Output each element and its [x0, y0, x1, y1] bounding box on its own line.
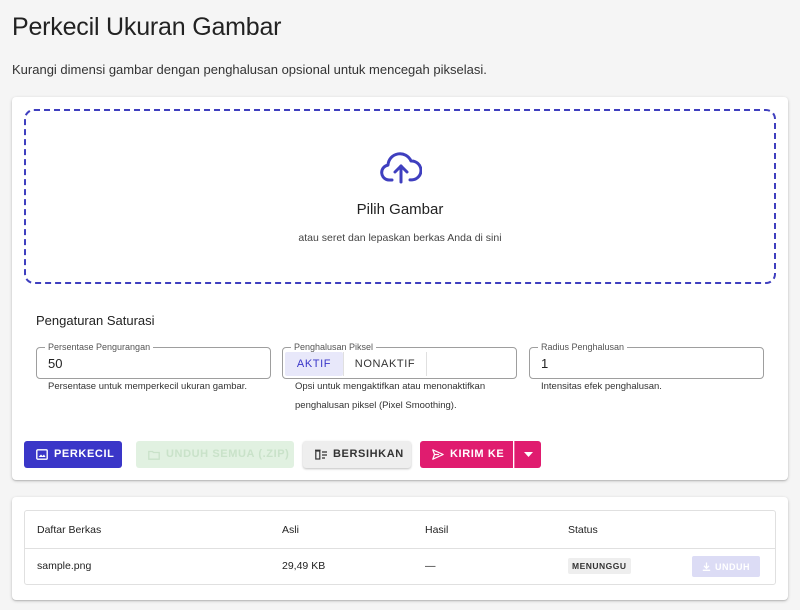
download-all-label: UNDUH SEMUA (.ZIP) — [166, 448, 290, 460]
column-header-status: Status — [568, 524, 598, 536]
result-size: — — [425, 560, 436, 572]
reduction-percent-helper: Persentase untuk memperkecil ukuran gamb… — [48, 381, 248, 392]
file-table: Daftar Berkas Asli Hasil Status sample.p… — [24, 510, 776, 585]
shrink-label: PERKECIL — [54, 448, 115, 460]
caret-down-icon — [523, 452, 533, 457]
original-size: 29,49 KB — [282, 560, 326, 572]
download-all-button[interactable]: UNDUH SEMUA (.ZIP) — [136, 441, 294, 468]
smoothing-radius-field[interactable]: Radius Penghalusan 1 — [529, 342, 764, 379]
reduction-percent-label: Persentase Pengurangan — [45, 342, 154, 352]
smoothing-radius-helper: Intensitas efek penghalusan. — [541, 381, 662, 392]
clear-label: BERSIHKAN — [333, 448, 404, 460]
column-header-original: Asli — [282, 524, 299, 536]
cloud-upload-icon — [380, 152, 422, 184]
dropzone-subtitle: atau seret dan lepaskan berkas Anda di s… — [298, 232, 502, 244]
smoothing-radius-value[interactable]: 1 — [541, 356, 548, 371]
settings-title: Pengaturan Saturasi — [36, 313, 155, 328]
column-header-result: Hasil — [425, 524, 449, 536]
file-list-card: Daftar Berkas Asli Hasil Status sample.p… — [12, 497, 788, 600]
smoothing-off-toggle[interactable]: NONAKTIF — [343, 352, 427, 376]
row-download-label: UNDUH — [715, 561, 750, 572]
column-header-file: Daftar Berkas — [37, 524, 102, 536]
table-divider — [25, 548, 775, 549]
pixel-smoothing-label: Penghalusan Piksel — [291, 342, 377, 352]
image-icon — [36, 449, 48, 460]
smoothing-on-toggle[interactable]: AKTIF — [285, 352, 343, 376]
settings-card: Pilih Gambar atau seret dan lepaskan ber… — [12, 97, 788, 480]
dropzone-title: Pilih Gambar — [356, 201, 444, 218]
file-name: sample.png — [37, 560, 92, 572]
page-title: Perkecil Ukuran Gambar — [12, 13, 282, 41]
clear-button[interactable]: BERSIHKAN — [303, 441, 411, 468]
row-download-button[interactable]: UNDUH — [692, 556, 760, 577]
send-to-button[interactable]: KIRIM KE — [420, 441, 513, 468]
download-icon — [702, 562, 711, 571]
folder-icon — [148, 450, 160, 460]
pixel-smoothing-helper: Opsi untuk mengaktifkan atau menonaktifk… — [295, 381, 486, 411]
clear-list-icon — [315, 449, 327, 460]
reduction-percent-value[interactable]: 50 — [48, 356, 62, 371]
send-to-menu-button[interactable] — [514, 441, 541, 468]
shrink-button[interactable]: PERKECIL — [24, 441, 122, 468]
send-icon — [432, 449, 444, 460]
reduction-percent-field[interactable]: Persentase Pengurangan 50 — [36, 342, 271, 379]
file-dropzone[interactable]: Pilih Gambar atau seret dan lepaskan ber… — [24, 109, 776, 284]
page-subtitle: Kurangi dimensi gambar dengan penghalusa… — [12, 62, 487, 77]
smoothing-radius-label: Radius Penghalusan — [538, 342, 628, 352]
pixel-smoothing-field: Penghalusan Piksel AKTIF NONAKTIF — [282, 342, 517, 379]
send-to-label: KIRIM KE — [450, 448, 505, 460]
status-badge: MENUNGGU — [568, 558, 631, 574]
